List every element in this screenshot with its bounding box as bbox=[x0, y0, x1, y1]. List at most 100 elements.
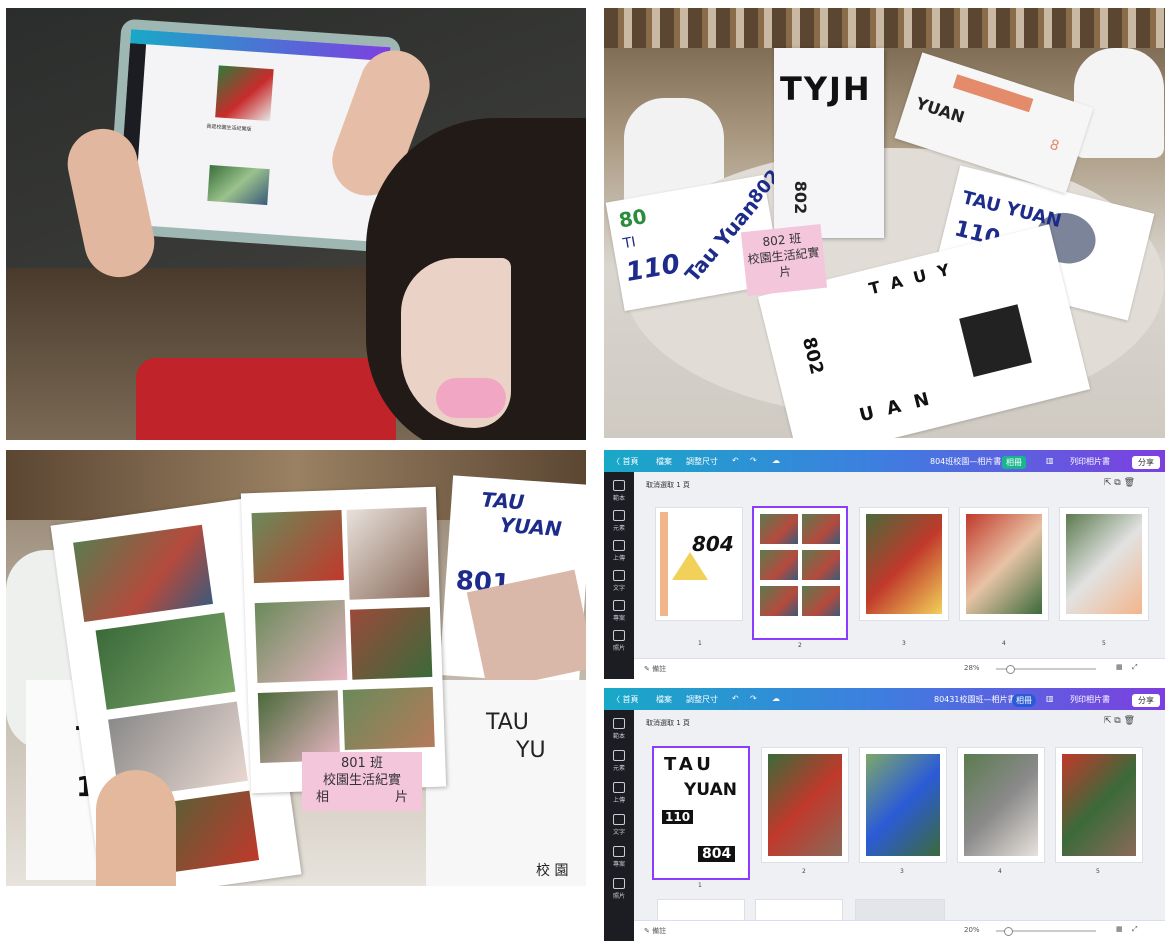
grid-view-icon[interactable]: ▦ bbox=[1116, 663, 1123, 671]
sidebar-photos[interactable]: 照片 bbox=[610, 878, 628, 900]
sidebar-label: 專案 bbox=[612, 615, 625, 622]
sidebar-templates[interactable]: 範本 bbox=[610, 480, 628, 502]
sidebar-text[interactable]: 文字 bbox=[610, 814, 628, 836]
page-thumb-4[interactable] bbox=[960, 508, 1048, 620]
page-thumb-3[interactable] bbox=[860, 508, 948, 620]
photo-icon bbox=[613, 878, 625, 889]
sidebar-projects[interactable]: 專案 bbox=[610, 600, 628, 622]
paper-text-tau: TAU bbox=[480, 487, 526, 515]
tablet-photo-1 bbox=[215, 65, 274, 122]
zoom-slider-handle[interactable] bbox=[1004, 927, 1013, 936]
design-title[interactable]: 80431校園班—相片書 bbox=[934, 694, 1015, 705]
sidebar-uploads[interactable]: 上傳 bbox=[610, 540, 628, 562]
canva-topbar: 〈 首頁 檔案 調整尺寸 ↶ ↷ ☁ 80431校園班—相片書 相冊 ▥ 列印相… bbox=[604, 688, 1165, 710]
design-title[interactable]: 804班校園—相片書 bbox=[930, 456, 1001, 467]
resize-menu[interactable]: 調整尺寸 bbox=[686, 456, 718, 467]
notes-label: 備註 bbox=[652, 665, 667, 673]
back-home-link[interactable]: 〈 首頁 bbox=[612, 456, 639, 467]
class-sign-801: 801 班 校園生活紀實 相 片 bbox=[302, 752, 422, 811]
undo-icon[interactable]: ↶ bbox=[732, 694, 739, 703]
page-thumb-2-selected[interactable] bbox=[754, 508, 846, 638]
standing-card: TYJH 802 bbox=[774, 48, 884, 238]
notes-button[interactable]: ✎ 備註 bbox=[644, 926, 666, 936]
grid-view-icon[interactable]: ▦ bbox=[1116, 925, 1123, 933]
cover-yuan: YUAN bbox=[684, 780, 737, 800]
zoom-slider-handle[interactable] bbox=[1006, 665, 1015, 674]
card-title: TYJH bbox=[780, 70, 872, 108]
undo-icon[interactable]: ↶ bbox=[732, 456, 739, 465]
canva-sidebar: 範本 元素 上傳 文字 專案 照片 bbox=[604, 710, 634, 941]
letter-n: N bbox=[911, 385, 945, 413]
page-thumb-5[interactable] bbox=[1056, 748, 1142, 862]
page-selection-label[interactable]: 取消選取 1 頁 bbox=[646, 718, 690, 728]
resize-menu[interactable]: 調整尺寸 bbox=[686, 694, 718, 705]
sidebar-uploads[interactable]: 上傳 bbox=[610, 782, 628, 804]
paper-text-ti: TI bbox=[621, 234, 638, 253]
redo-icon[interactable]: ↷ bbox=[750, 694, 757, 703]
upgrade-badge[interactable]: 相冊 bbox=[1012, 694, 1036, 707]
paper-text-8: 8 bbox=[1047, 136, 1062, 155]
page-number: 4 bbox=[998, 868, 1002, 875]
page-thumb-4[interactable] bbox=[958, 748, 1044, 862]
upload-icon bbox=[613, 540, 625, 551]
file-menu[interactable]: 檔案 bbox=[656, 456, 672, 467]
page-thumb-1-selected[interactable]: TAU YUAN 110 804 bbox=[654, 748, 748, 878]
print-button[interactable]: 列印相片書 bbox=[1070, 456, 1110, 467]
red-clothing bbox=[136, 358, 396, 440]
templates-icon bbox=[613, 480, 625, 491]
paper-band bbox=[952, 74, 1034, 113]
sidebar-elements[interactable]: 元素 bbox=[610, 750, 628, 772]
page-thumb-5[interactable] bbox=[1060, 508, 1148, 620]
share-button[interactable]: 分享 bbox=[1132, 694, 1160, 707]
upgrade-badge[interactable]: 相冊 bbox=[1002, 456, 1026, 469]
insights-icon[interactable]: ▥ bbox=[1046, 456, 1054, 465]
page2-collage bbox=[768, 754, 842, 856]
pink-cover bbox=[466, 569, 586, 691]
page-number: 2 bbox=[802, 868, 806, 875]
share-button[interactable]: 分享 bbox=[1132, 456, 1160, 469]
sidebar-label: 上傳 bbox=[612, 797, 625, 804]
insights-icon[interactable]: ▥ bbox=[1046, 694, 1054, 703]
page2-photo-c bbox=[760, 550, 798, 580]
notes-button[interactable]: ✎ 備註 bbox=[644, 664, 666, 674]
file-menu[interactable]: 檔案 bbox=[656, 694, 672, 705]
fullscreen-icon[interactable]: ⤢ bbox=[1132, 925, 1138, 934]
export-icons[interactable]: ⇱ ⧉ 🗑 bbox=[1104, 716, 1135, 726]
photo-tablet-student: 我是校園生活紀實版 bbox=[6, 8, 586, 440]
sidebar-elements[interactable]: 元素 bbox=[610, 510, 628, 532]
folder-icon bbox=[613, 600, 625, 611]
sidebar-label: 元素 bbox=[612, 765, 625, 772]
sidebar-projects[interactable]: 專案 bbox=[610, 846, 628, 868]
page-thumb-3[interactable] bbox=[860, 748, 946, 862]
sidebar-text[interactable]: 文字 bbox=[610, 570, 628, 592]
back-home-link[interactable]: 〈 首頁 bbox=[612, 694, 639, 705]
page-thumb-1[interactable]: 804 bbox=[656, 508, 742, 620]
canva-grid-view: 取消選取 1 頁 ⇱ ⧉ 🗑 TAU YUAN 110 804 1 2 3 4 … bbox=[634, 710, 1165, 941]
paper-text-80: 80 bbox=[616, 204, 649, 233]
text-icon bbox=[613, 814, 625, 825]
sidebar-label: 文字 bbox=[612, 585, 625, 592]
page-selection-label[interactable]: 取消選取 1 頁 bbox=[646, 480, 690, 490]
fullscreen-icon[interactable]: ⤢ bbox=[1132, 663, 1138, 672]
photo-table-covers: 80 TI 110 Tau Yuan 802 TAU YUAN 110 802 … bbox=[604, 8, 1165, 438]
export-icons[interactable]: ⇱ ⧉ 🗑 bbox=[1104, 478, 1135, 488]
sidebar-label: 照片 bbox=[612, 645, 625, 652]
page-number: 5 bbox=[1102, 640, 1106, 647]
sidebar-templates[interactable]: 範本 bbox=[610, 718, 628, 740]
tablet-topbar bbox=[130, 29, 391, 62]
sidebar-photos[interactable]: 照片 bbox=[610, 630, 628, 652]
canva-grid-view: 取消選取 1 頁 ⇱ ⧉ 🗑 804 1 2 3 4 5 ✎ 備註 28% ▦ … bbox=[634, 472, 1165, 679]
cover-110: 110 bbox=[662, 810, 694, 824]
canva-bottom-bar: ✎ 備註 20% ▦ ⤢ bbox=[634, 920, 1165, 941]
class-sign-802: 802 班 校園生活紀實 片 bbox=[740, 223, 828, 297]
print-button[interactable]: 列印相片書 bbox=[1070, 694, 1110, 705]
cover-triangle bbox=[672, 552, 708, 580]
album-photo-1 bbox=[73, 524, 213, 623]
redo-icon[interactable]: ↷ bbox=[750, 456, 757, 465]
cover-tau: TAU bbox=[664, 754, 715, 775]
page-thumb-2[interactable] bbox=[762, 748, 848, 862]
page-number: 3 bbox=[900, 868, 904, 875]
sidebar-label: 上傳 bbox=[612, 555, 625, 562]
page-number: 1 bbox=[698, 882, 702, 889]
sign-801-line2: 校園生活紀實 bbox=[322, 773, 401, 788]
